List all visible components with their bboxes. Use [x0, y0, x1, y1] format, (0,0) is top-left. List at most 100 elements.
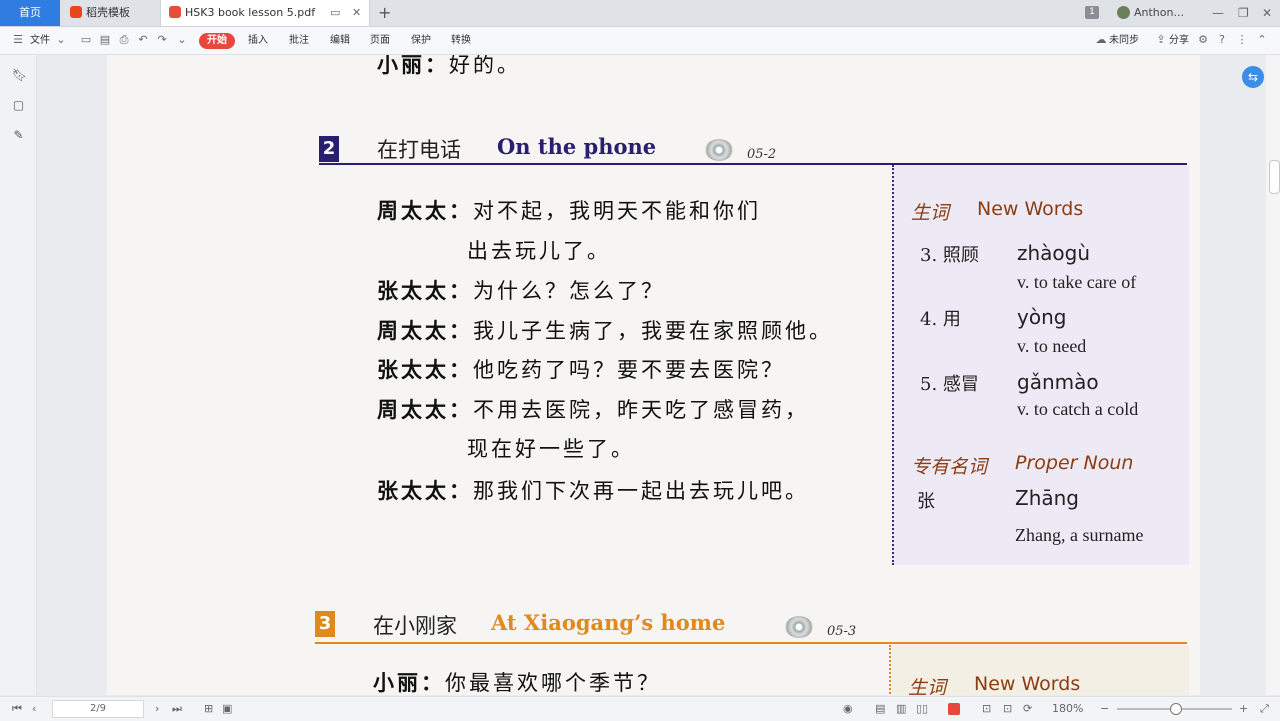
zoom-out-icon[interactable]: −	[1100, 697, 1109, 721]
next-page-icon[interactable]: ›	[155, 697, 159, 721]
continuous-view-icon[interactable]: ▥	[896, 697, 906, 721]
sync-status[interactable]: 未同步	[1109, 27, 1139, 54]
new-words-heading-cn: 生词	[908, 677, 947, 695]
help-icon[interactable]: ?	[1216, 34, 1228, 46]
thumbnails-icon[interactable]: ▢	[12, 99, 25, 112]
word-pinyin: gǎnmào	[1017, 370, 1099, 394]
tab-start[interactable]: 开始	[199, 33, 235, 49]
print-icon[interactable]: ⎙	[118, 34, 130, 46]
more-icon[interactable]: ⌄	[176, 34, 188, 46]
proper-noun-heading-cn: 专有名词	[911, 456, 988, 478]
single-page-view-icon[interactable]: ▤	[875, 697, 885, 721]
user-name[interactable]: Anthon...	[1134, 0, 1184, 26]
word-entry: 3. 照顾	[920, 245, 979, 266]
file-menu[interactable]: 文件	[30, 27, 50, 54]
pdf-page: 小丽：好的。 2 在打电话 On the phone 05-2 周太太：对不起，…	[107, 55, 1200, 695]
share-icon[interactable]: ⇪	[1155, 34, 1167, 46]
zoom-level[interactable]: 180%	[1052, 697, 1083, 721]
fit-width-icon[interactable]: ⊡	[982, 697, 991, 721]
tab-annotate[interactable]: 批注	[289, 27, 309, 54]
prev-page-icon[interactable]: ‹	[32, 697, 36, 721]
chevron-down-icon[interactable]: ⌄	[55, 34, 67, 46]
menu-icon[interactable]: ☰	[12, 34, 24, 46]
open-folder-icon[interactable]: ▭	[80, 34, 92, 46]
tab-home[interactable]: 首页	[0, 0, 60, 26]
section-3-number: 3	[315, 611, 335, 637]
tab-templates[interactable]: 稻壳模板	[62, 0, 158, 26]
settings-icon[interactable]: ⚙	[1197, 34, 1209, 46]
floating-tool-button[interactable]: ⇆	[1242, 66, 1264, 88]
zoom-in-icon[interactable]: +	[1239, 697, 1248, 721]
annotation-icon[interactable]: ✎	[12, 129, 25, 142]
word-entry: 4. 用	[920, 309, 961, 330]
tab-page[interactable]: 页面	[370, 27, 390, 54]
share-button[interactable]: 分享	[1169, 27, 1189, 54]
dialogue-line: 小丽：你最喜欢哪个季节？	[373, 667, 661, 695]
proper-noun-word: 张	[917, 491, 935, 512]
two-page-view-icon[interactable]: ▯▯	[916, 697, 928, 721]
audio-cd-icon[interactable]	[785, 616, 813, 638]
speaker: 张太太：	[377, 357, 473, 382]
audio-cd-icon[interactable]	[705, 139, 733, 161]
tab-convert[interactable]: 转换	[451, 27, 471, 54]
minimize-icon[interactable]: —	[1212, 0, 1224, 26]
dialogue-line: 张太太：那我们下次再一起出去玩儿吧。	[377, 475, 809, 505]
dialogue-text: 那我们下次再一起出去玩儿吧。	[473, 479, 809, 503]
proper-noun-pinyin: Zhāng	[1015, 486, 1080, 510]
extract-page-icon[interactable]: ▣	[222, 697, 232, 721]
fit-page-icon[interactable]: ⊡	[1003, 697, 1012, 721]
section-2-number: 2	[319, 136, 339, 162]
collapse-ribbon-icon[interactable]: ⌃	[1256, 34, 1268, 46]
tab-edit[interactable]: 编辑	[330, 27, 350, 54]
dialogue-line: 小丽：好的。	[377, 55, 521, 79]
speaker: 张太太：	[377, 478, 473, 503]
undo-icon[interactable]: ↶	[137, 34, 149, 46]
speaker: 小丽：	[373, 670, 445, 695]
first-page-icon[interactable]: ⏮	[12, 697, 22, 721]
dialogue-line: 出去玩儿了。	[467, 235, 611, 265]
speaker: 小丽：	[377, 55, 449, 77]
section-3-title-en: At Xiaogang’s home	[491, 610, 726, 635]
section-2-title-en: On the phone	[497, 134, 657, 159]
bookmark-icon[interactable]: 🔖︎	[12, 69, 27, 82]
page-number-input[interactable]: 2/9	[52, 700, 144, 718]
tab-close-icon[interactable]: ✕	[352, 0, 361, 26]
rotate-icon[interactable]: ⟳	[1023, 697, 1032, 721]
close-window-icon[interactable]: ✕	[1262, 0, 1272, 26]
new-words-heading-en: New Words	[974, 673, 1081, 695]
save-icon[interactable]: ▤	[99, 34, 111, 46]
zoom-slider-knob[interactable]	[1170, 703, 1182, 715]
speaker: 周太太：	[377, 397, 473, 422]
section-2-title-cn: 在打电话	[377, 138, 461, 162]
tab-protect[interactable]: 保护	[411, 27, 431, 54]
pdf-icon	[169, 6, 181, 18]
tab-insert[interactable]: 插入	[248, 27, 268, 54]
proper-noun-definition: Zhang, a surname	[1015, 525, 1144, 545]
new-tab-button[interactable]: +	[378, 0, 391, 26]
section-2-audio-code: 05-2	[747, 147, 777, 162]
user-avatar[interactable]	[1117, 6, 1130, 19]
eye-protection-icon[interactable]: ◉	[843, 697, 853, 721]
add-page-icon[interactable]: ⊞	[204, 697, 213, 721]
tab-active-label: HSK3 book lesson 5.pdf	[185, 6, 316, 19]
redo-icon[interactable]: ↷	[156, 34, 168, 46]
word-definition: v. to catch a cold	[1017, 399, 1139, 419]
vertical-scrollbar[interactable]	[1266, 55, 1280, 695]
more-options-icon[interactable]: ⋮	[1236, 34, 1248, 46]
word-pinyin: zhàogù	[1017, 241, 1091, 265]
dialogue-text: 不用去医院，昨天吃了感冒药，	[473, 398, 809, 422]
cloud-sync-icon[interactable]: ☁	[1095, 34, 1107, 46]
window-count-badge[interactable]: 1	[1085, 6, 1099, 19]
play-icon[interactable]	[948, 703, 960, 715]
tab-templates-label: 稻壳模板	[86, 6, 130, 19]
last-page-icon[interactable]: ⏭	[172, 697, 182, 721]
word-pinyin: yòng	[1017, 305, 1067, 329]
tab-monitor-icon[interactable]: ▭	[330, 0, 340, 26]
new-words-heading-en: New Words	[977, 198, 1084, 220]
dialogue-text: 好的。	[449, 55, 521, 77]
scrollbar-thumb[interactable]	[1269, 160, 1280, 194]
status-bar: ⏮ ‹ 2/9 › ⏭ ⊞ ▣ ◉ ▤ ▥ ▯▯ ⊡ ⊡ ⟳ 180% − + …	[0, 696, 1280, 721]
dialogue-line: 现在好一些了。	[467, 433, 635, 463]
fullscreen-icon[interactable]: ⤢	[1260, 697, 1269, 721]
restore-icon[interactable]: ❐	[1238, 0, 1249, 26]
